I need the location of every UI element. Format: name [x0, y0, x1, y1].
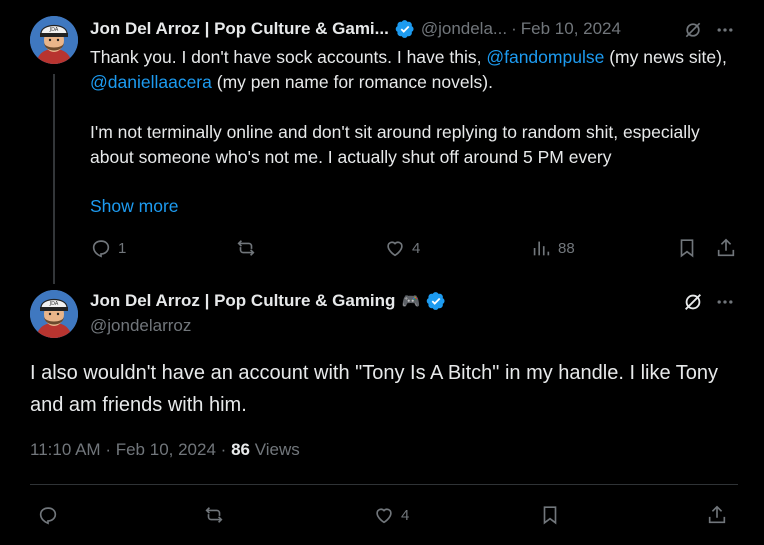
like-count: 4 — [412, 239, 421, 257]
tweet-date[interactable]: Feb 10, 2024 — [116, 440, 216, 459]
bookmark-icon — [680, 239, 694, 258]
reply-text: Thank you. I don't have sock accounts. I… — [90, 45, 750, 95]
gamepad-emoji: 🎮 — [401, 293, 421, 310]
mention-link-daniellaacera[interactable]: @daniellaacera — [90, 72, 212, 92]
bookmark-button[interactable] — [539, 504, 561, 526]
divider — [30, 484, 738, 485]
author-handle[interactable]: @jondela... — [421, 19, 507, 39]
reply-button[interactable] — [37, 504, 59, 526]
heart-icon — [387, 241, 403, 257]
bar-chart-icon — [533, 241, 550, 256]
share-button[interactable] — [706, 504, 728, 526]
reply-text-paragraph: I'm not terminally online and don't sit … — [90, 122, 700, 167]
author-name[interactable]: Jon Del Arroz | Pop Culture & Gaming — [90, 291, 395, 311]
repost-arrows-icon — [237, 240, 255, 256]
text-segment: (my news site), — [604, 47, 727, 67]
main-handle-row: @jondelarroz — [90, 316, 191, 336]
reply-count: 1 — [118, 239, 127, 257]
like-button[interactable]: 4 — [373, 504, 409, 526]
like-count: 4 — [401, 506, 410, 524]
views-label: Views — [254, 440, 300, 459]
repost-button[interactable] — [235, 237, 263, 259]
grok-icon[interactable] — [682, 291, 704, 313]
share-upload-icon — [717, 238, 735, 257]
reply-button[interactable]: 1 — [90, 237, 126, 259]
tweet-time[interactable]: 11:10 AM — [30, 440, 101, 459]
reply-header: Jon Del Arroz | Pop Culture & Gami... @j… — [90, 19, 621, 39]
more-dots-icon[interactable] — [714, 19, 736, 41]
view-count: 88 — [558, 239, 575, 257]
show-more-link[interactable]: Show more — [90, 196, 179, 217]
share-button[interactable] — [715, 237, 737, 259]
main-header: Jon Del Arroz | Pop Culture & Gaming 🎮 — [90, 291, 446, 311]
text-segment: (my pen name for romance novels). — [211, 72, 493, 92]
comment-bubble-icon — [39, 507, 57, 525]
repost-arrows-icon — [205, 507, 223, 523]
share-upload-icon — [708, 505, 726, 524]
tweet-meta: 11:10 AM · Feb 10, 2024 · 86 Views — [30, 440, 300, 460]
repost-button[interactable] — [203, 504, 231, 526]
separator-dot: · — [511, 19, 517, 38]
views-count: 86 — [231, 440, 250, 459]
author-name[interactable]: Jon Del Arroz | Pop Culture & Gami... — [90, 19, 389, 39]
main-tweet-text: I also wouldn't have an account with "To… — [30, 362, 719, 416]
tweet-thread: JDA Jon Del Arroz | Pop Culture & Gami..… — [0, 0, 764, 545]
avatar[interactable]: JDA — [30, 290, 78, 338]
grok-icon[interactable] — [682, 19, 704, 41]
separator-dot: · — [220, 440, 227, 459]
avatar[interactable]: JDA — [30, 16, 78, 64]
text-segment: Thank you. I don't have sock accounts. I… — [90, 47, 487, 67]
svg-text:JDA: JDA — [49, 301, 59, 307]
views-button[interactable]: 88 — [530, 237, 575, 259]
mention-link-fandompulse[interactable]: @fandompulse — [486, 47, 604, 67]
author-handle[interactable]: @jondelarroz — [90, 316, 191, 336]
svg-text:JDA: JDA — [49, 27, 59, 33]
thread-connector-line — [53, 74, 55, 284]
like-button[interactable]: 4 — [384, 237, 420, 259]
tweet-date[interactable]: Feb 10, 2024 — [521, 19, 621, 39]
more-dots-icon[interactable] — [714, 291, 736, 313]
verified-badge-icon — [426, 291, 446, 311]
heart-icon — [376, 508, 392, 524]
verified-badge-icon — [395, 19, 415, 39]
separator-dot: · — [105, 440, 111, 459]
bookmark-icon — [543, 506, 557, 525]
comment-bubble-icon — [92, 240, 110, 258]
bookmark-button[interactable] — [676, 237, 698, 259]
